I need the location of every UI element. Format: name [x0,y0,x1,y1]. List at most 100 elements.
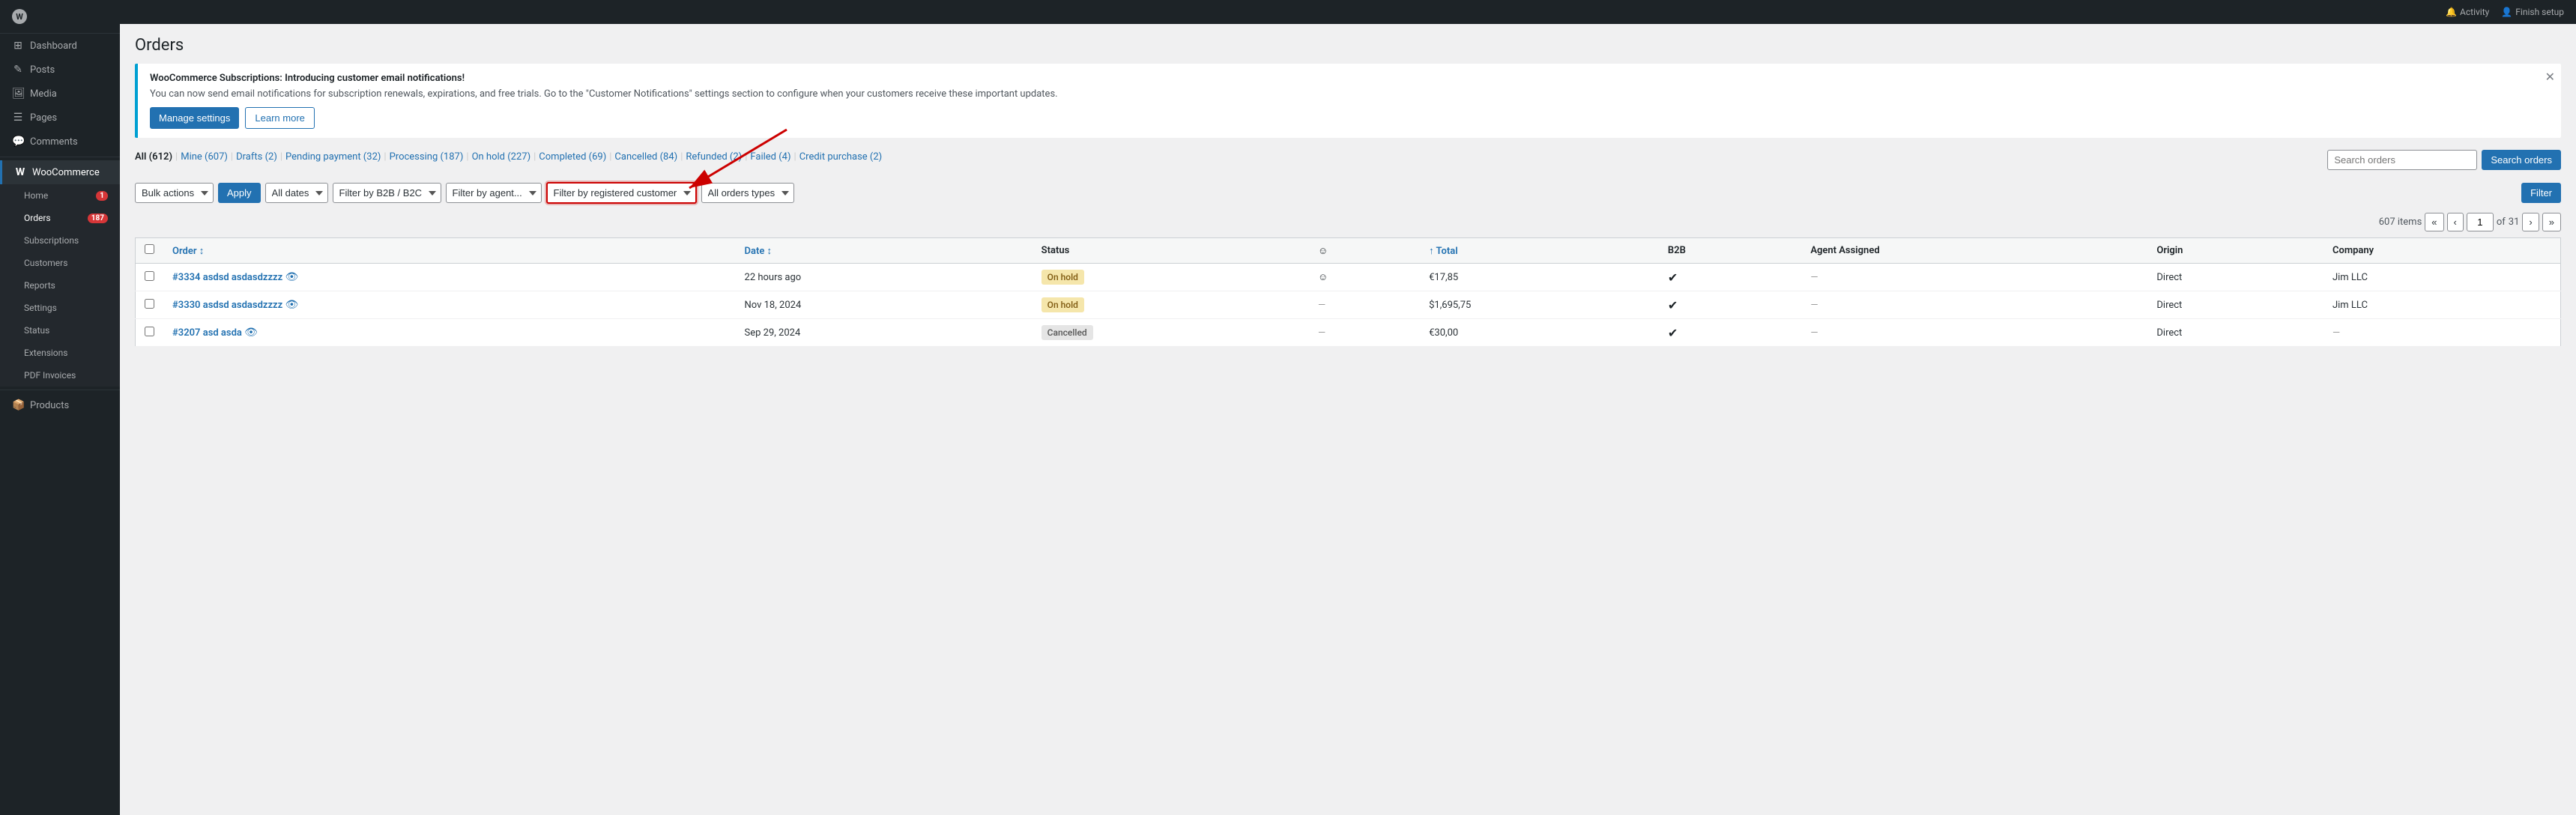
row-checkbox-cell [136,319,164,347]
order-types-filter-select[interactable]: All orders types [701,183,794,203]
agent-cell: — [1801,319,2147,347]
tab-on-hold[interactable]: On hold (227) [472,150,531,164]
pages-icon: ☰ [12,112,24,124]
sidebar-item-extensions[interactable]: Extensions [0,342,120,364]
close-notification-button[interactable]: ✕ [2545,70,2555,85]
sidebar-item-posts[interactable]: ✎ Posts [0,58,120,82]
sidebar-item-comments[interactable]: 💬 Comments [0,130,120,154]
sidebar-item-woocommerce[interactable]: W WooCommerce [0,160,120,184]
row-checkbox[interactable] [145,271,154,281]
company-cell: — [2323,319,2561,347]
tab-processing[interactable]: Processing (187) [390,150,464,164]
order-cell: #3207 asd asda 👁 [163,319,736,347]
page-content: Orders ✕ WooCommerce Subscriptions: Intr… [120,24,2576,815]
search-bar: Search orders [2327,150,2561,170]
tab-credit-purchase[interactable]: Credit purchase (2) [799,150,883,164]
sidebar-item-media[interactable]: 🖼 Media [0,82,120,106]
date-cell: 22 hours ago [736,264,1032,291]
b2b-check-icon: ✔ [1668,326,1678,340]
sidebar-item-pages[interactable]: ☰ Pages [0,106,120,130]
tab-mine[interactable]: Mine (607) [181,150,228,164]
dashboard-icon: ⊞ [12,40,24,52]
order-link[interactable]: #3334 asdsd asdasdzzzz [172,272,282,283]
tab-refunded[interactable]: Refunded (2) [686,150,742,164]
activity-icon: 🔔 [2446,7,2457,17]
tab-all[interactable]: All (612) [135,150,172,164]
tab-drafts[interactable]: Drafts (2) [236,150,277,164]
search-input[interactable] [2327,150,2477,170]
home-badge: 1 [96,191,108,201]
sidebar-item-label: Status [24,325,49,336]
date-sort-link[interactable]: Date ↕ [745,246,773,257]
bulk-actions-select[interactable]: Bulk actions [135,183,214,203]
sidebar-item-orders[interactable]: Orders 187 [0,207,120,229]
smiley-cell: — [1309,291,1420,319]
row-checkbox[interactable] [145,299,154,309]
sidebar-item-subscriptions[interactable]: Subscriptions [0,229,120,252]
sidebar-item-label: Posts [30,64,55,76]
apply-button[interactable]: Apply [218,183,261,203]
sidebar-item-label: Customers [24,258,67,268]
agent-filter-select[interactable]: Filter by agent... [446,183,542,203]
sidebar-item-dashboard[interactable]: ⊞ Dashboard [0,34,120,58]
sidebar-item-label: Subscriptions [24,235,79,246]
tab-cancelled[interactable]: Cancelled (84) [614,150,677,164]
total-cell: $1,695,75 [1420,291,1659,319]
order-sort-link[interactable]: Order ↕ [172,246,204,257]
search-orders-button[interactable]: Search orders [2482,150,2561,170]
dates-filter-select[interactable]: All dates [265,183,328,203]
total-cell: €30,00 [1420,319,1659,347]
company-cell: Jim LLC [2323,264,2561,291]
row-checkbox-cell [136,264,164,291]
total-sort-link[interactable]: ↑ Total [1429,246,1458,257]
tab-completed[interactable]: Completed (69) [539,150,606,164]
finish-setup-button[interactable]: 👤 Finish setup [2501,7,2564,17]
select-all-header [136,238,164,264]
b2b-filter-select[interactable]: Filter by B2B / B2C [333,183,441,203]
pagination-next-button[interactable]: › [2522,213,2539,231]
order-link[interactable]: #3330 asdsd asdasdzzzz [172,300,282,311]
sidebar-item-label: Media [30,88,57,100]
pagination-prev-button[interactable]: ‹ [2447,213,2464,231]
sidebar-logo[interactable]: W [0,0,120,34]
total-column-header[interactable]: ↑ Total [1420,238,1659,264]
sidebar-item-status[interactable]: Status [0,319,120,342]
sidebar: W ⊞ Dashboard ✎ Posts 🖼 Media ☰ Pages 💬 … [0,0,120,815]
filter-button[interactable]: Filter [2521,183,2561,203]
pagination-total: 31 [2509,216,2520,228]
pagination-last-button[interactable]: » [2542,213,2561,231]
view-order-icon[interactable]: 👁 [285,299,298,311]
order-link[interactable]: #3207 asd asda [172,327,242,339]
status-cell: Cancelled [1032,319,1309,347]
view-order-icon[interactable]: 👁 [285,271,298,283]
sidebar-item-products[interactable]: 📦 Products [0,393,120,417]
page-title: Orders [135,36,2561,55]
b2b-check-icon: ✔ [1668,270,1678,285]
order-column-header[interactable]: Order ↕ [163,238,736,264]
learn-more-button[interactable]: Learn more [245,107,314,129]
date-column-header[interactable]: Date ↕ [736,238,1032,264]
pagination-page-input[interactable] [2467,213,2494,231]
company-cell: Jim LLC [2323,291,2561,319]
date-cell: Nov 18, 2024 [736,291,1032,319]
registered-customer-filter-select[interactable]: Filter by registered customer [546,182,697,204]
sidebar-item-customers[interactable]: Customers [0,252,120,274]
tab-pending[interactable]: Pending payment (32) [285,150,381,164]
select-all-checkbox[interactable] [145,244,154,254]
status-column-header: Status [1032,238,1309,264]
manage-settings-button[interactable]: Manage settings [150,107,239,129]
sidebar-item-home[interactable]: Home 1 [0,184,120,207]
tab-failed[interactable]: Failed (4) [750,150,790,164]
pagination-first-button[interactable]: « [2425,213,2443,231]
sidebar-sub-woocommerce: Home 1 Orders 187 Subscriptions Customer… [0,184,120,387]
row-checkbox[interactable] [145,327,154,336]
view-order-icon[interactable]: 👁 [244,327,258,339]
sidebar-item-settings[interactable]: Settings [0,297,120,319]
woocommerce-icon: W [14,166,26,178]
activity-button[interactable]: 🔔 Activity [2446,7,2489,17]
sidebar-item-label: Settings [24,303,57,313]
sidebar-item-pdf-invoices[interactable]: PDF Invoices [0,364,120,387]
finish-setup-label: Finish setup [2515,7,2564,17]
sidebar-item-reports[interactable]: Reports [0,274,120,297]
filter-bar: Bulk actions Apply All dates Filter by B… [135,182,2561,204]
